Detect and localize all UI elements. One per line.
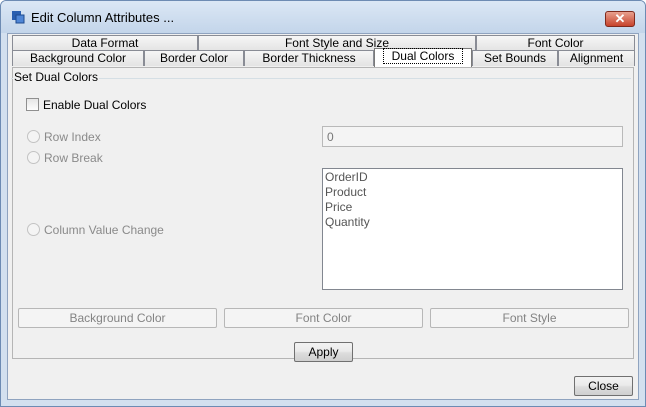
app-icon [12,11,25,24]
apply-button[interactable]: Apply [294,342,353,362]
tab-label: Alignment [569,51,624,65]
tab-alignment[interactable]: Alignment [558,50,635,66]
row-index-input[interactable]: 0 [322,126,623,147]
group-title: Set Dual Colors [13,70,100,84]
row-index-value: 0 [327,130,334,144]
background-color-button[interactable]: Background Color [18,308,217,328]
list-item[interactable]: Price [325,200,352,214]
tab-label: Background Color [29,51,127,65]
close-icon: ✕ [614,11,626,26]
column-listbox[interactable]: OrderID Product Price Quantity [322,168,623,290]
list-item[interactable]: Quantity [325,215,370,229]
close-window-button[interactable]: ✕ [605,11,635,27]
tab-border-thickness[interactable]: Border Thickness [244,50,374,66]
dialog-window: Edit Column Attributes ... ✕ Data Format… [0,0,646,407]
column-value-change-label: Column Value Change [44,223,164,237]
tab-label: Font Color [527,36,584,50]
tab-label: Border Thickness [262,51,356,65]
tab-border-color[interactable]: Border Color [144,50,244,66]
tab-label: Border Color [159,51,229,65]
window-title: Edit Column Attributes ... [31,10,175,25]
tab-font-color[interactable]: Font Color [476,35,635,51]
row-index-label: Row Index [44,130,101,144]
row-break-radio[interactable] [27,151,40,164]
list-item[interactable]: Product [325,185,366,199]
tab-data-format[interactable]: Data Format [12,35,198,51]
tab-label: Data Format [71,36,139,50]
tab-set-bounds[interactable]: Set Bounds [472,50,558,66]
font-style-button[interactable]: Font Style [430,308,629,328]
group-divider [11,78,631,79]
row-index-radio[interactable] [27,130,40,143]
close-button[interactable]: Close [574,376,633,396]
enable-dual-colors-checkbox[interactable] [26,98,39,111]
row-break-label: Row Break [44,151,103,165]
tab-label: Set Bounds [483,51,547,65]
tab-dual-colors[interactable]: Dual Colors [374,48,472,67]
column-value-change-radio[interactable] [27,223,40,236]
tab-background-color[interactable]: Background Color [12,50,144,66]
font-color-button[interactable]: Font Color [224,308,423,328]
tab-label: Dual Colors [382,48,464,64]
title-bar[interactable]: Edit Column Attributes ... ✕ [1,1,645,33]
list-item[interactable]: OrderID [325,170,368,184]
enable-dual-colors-label[interactable]: Enable Dual Colors [43,98,146,112]
